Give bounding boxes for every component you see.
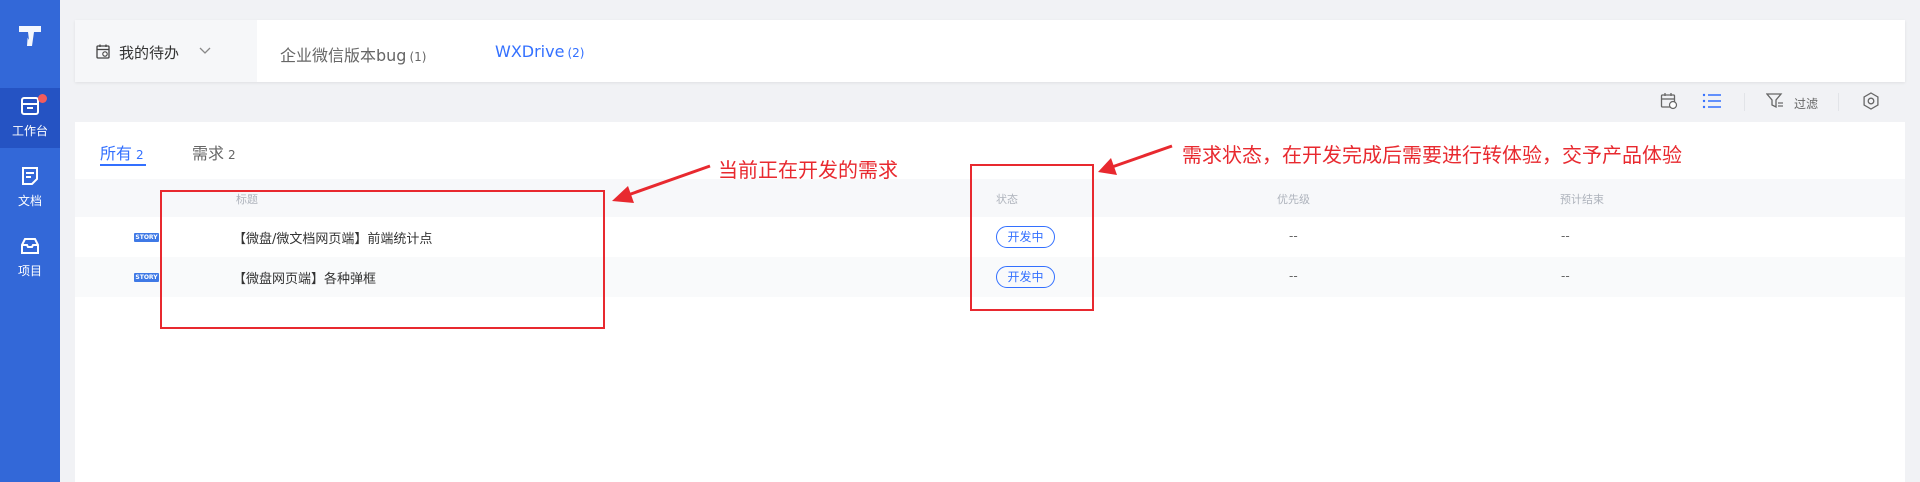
subtab-label: 需求: [192, 144, 225, 163]
priority-cell: --: [1289, 269, 1298, 283]
column-header-due[interactable]: 预计结束: [1560, 191, 1604, 207]
annotation-left-note: 当前正在开发的需求: [718, 158, 898, 182]
sidebar-item-label: 文档: [17, 194, 42, 208]
workbench-icon: [21, 97, 39, 115]
annotation-box-title: [160, 190, 605, 329]
tab-wxdrive[interactable]: WXDrive (2): [495, 42, 584, 61]
due-cell: --: [1561, 269, 1570, 283]
tab-label: 企业微信版本bug: [280, 46, 407, 65]
tab-label: WXDrive: [495, 42, 565, 61]
list-view-icon[interactable]: [1702, 92, 1722, 110]
settings-icon[interactable]: [1862, 92, 1880, 110]
priority-cell: --: [1289, 229, 1298, 243]
left-sidebar: 工作台 文档 项目: [0, 0, 60, 482]
sidebar-item-docs[interactable]: 文档: [0, 158, 60, 218]
annotation-box-status: [970, 164, 1094, 311]
project-box-icon: [21, 238, 39, 254]
filter-label[interactable]: 过滤: [1794, 95, 1818, 112]
my-todo-dropdown[interactable]: 我的待办: [75, 20, 257, 82]
tab-count: (1): [409, 50, 427, 64]
story-tag: STORY: [134, 273, 159, 282]
due-cell: --: [1561, 229, 1570, 243]
active-tab-indicator: [100, 164, 146, 166]
subtab-all[interactable]: 所有 2: [100, 140, 144, 164]
toolbar-divider: [1838, 93, 1839, 111]
subtab-requirements[interactable]: 需求 2: [192, 140, 236, 164]
column-header-priority[interactable]: 优先级: [1277, 191, 1310, 207]
subtab-count: 2: [228, 148, 236, 162]
chevron-down-icon: [199, 47, 211, 54]
document-icon: [22, 167, 38, 185]
annotation-right-note: 需求状态，在开发完成后需要进行转体验，交予产品体验: [1182, 143, 1682, 167]
subtab-label: 所有: [100, 144, 133, 163]
todo-label: 我的待办: [119, 44, 180, 62]
sidebar-item-label: 工作台: [11, 124, 48, 138]
sidebar-item-workbench[interactable]: 工作台: [0, 88, 60, 148]
sidebar-item-label: 项目: [17, 264, 42, 278]
subtab-count: 2: [136, 148, 144, 162]
calendar-view-icon[interactable]: [1660, 92, 1678, 110]
tab-wework-bug[interactable]: 企业微信版本bug (1): [280, 42, 426, 66]
todo-calendar-icon: [96, 44, 110, 59]
project-tab-bar: 我的待办 企业微信版本bug (1) WXDrive (2): [75, 20, 1905, 82]
tab-count: (2): [567, 46, 585, 60]
story-tag: STORY: [134, 233, 159, 242]
toolbar-divider: [1744, 93, 1745, 111]
sidebar-item-projects[interactable]: 项目: [0, 228, 60, 288]
filter-icon[interactable]: [1766, 92, 1784, 110]
notification-badge: [38, 94, 47, 103]
app-logo[interactable]: [16, 22, 44, 50]
